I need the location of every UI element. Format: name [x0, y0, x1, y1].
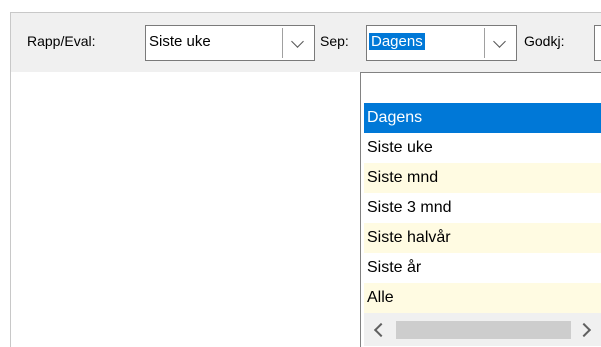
godkj-label: Godkj: — [524, 33, 565, 49]
scrollbar-thumb[interactable] — [396, 321, 571, 339]
rapp-eval-value: Siste uke — [149, 33, 211, 50]
chevron-down-icon — [493, 35, 506, 48]
option-siste-halvar[interactable]: Siste halvår — [364, 223, 601, 253]
sep-value: Dagens — [369, 33, 425, 50]
filter-toolbar: Rapp/Eval: Siste uke Sep: Dagens Godkj: — [10, 12, 601, 72]
option-siste-3-mnd[interactable]: Siste 3 mnd — [364, 193, 601, 223]
option-alle[interactable]: Alle — [364, 283, 601, 313]
rapp-eval-combobox[interactable]: Siste uke — [145, 25, 315, 61]
panel-border — [10, 72, 11, 347]
rapp-eval-dropdown-button[interactable] — [282, 28, 312, 58]
option-siste-uke[interactable]: Siste uke — [364, 133, 601, 163]
chevron-right-icon[interactable] — [576, 322, 592, 338]
option-siste-mnd[interactable]: Siste mnd — [364, 163, 601, 193]
option-dagens[interactable]: Dagens — [364, 103, 601, 133]
option-list: Dagens Siste uke Siste mnd Siste 3 mnd S… — [364, 103, 601, 313]
sep-label: Sep: — [320, 33, 349, 49]
chevron-left-icon[interactable] — [373, 322, 389, 338]
horizontal-scrollbar[interactable] — [364, 313, 601, 346]
sep-combobox[interactable]: Dagens — [366, 25, 517, 61]
sep-dropdown-button[interactable] — [484, 28, 514, 58]
option-siste-ar[interactable]: Siste år — [364, 253, 601, 283]
chevron-down-icon — [291, 35, 304, 48]
godkj-combobox[interactable] — [594, 25, 601, 61]
rapp-eval-label: Rapp/Eval: — [27, 33, 96, 49]
sep-dropdown-list[interactable]: Dagens Siste uke Siste mnd Siste 3 mnd S… — [360, 72, 601, 347]
